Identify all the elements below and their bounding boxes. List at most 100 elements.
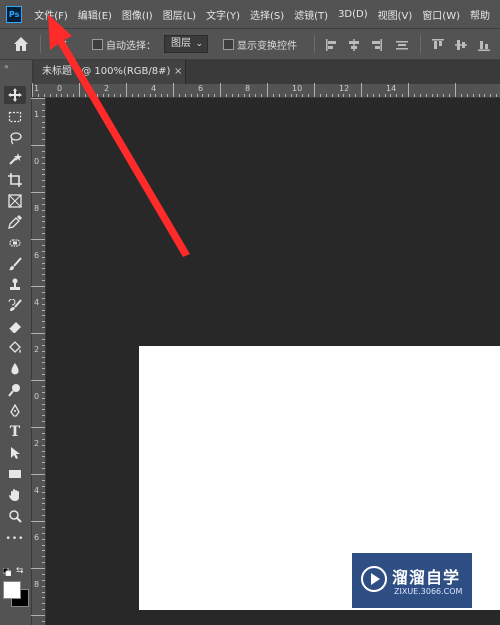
collapse-toolbar-icon[interactable]: »: [4, 62, 9, 71]
ruler-tick: [308, 94, 309, 97]
ruler-tick: [349, 94, 350, 97]
menu-type[interactable]: 文字(Y): [206, 7, 240, 22]
foreground-color-swatch[interactable]: [3, 581, 21, 599]
home-icon[interactable]: [12, 35, 30, 53]
auto-select-dropdown[interactable]: 图层 ⌄: [164, 35, 208, 53]
ruler-tick: [42, 386, 45, 387]
ruler-label: 10: [292, 84, 303, 93]
ruler-tick: [408, 83, 409, 97]
menu-select[interactable]: 选择(S): [250, 7, 284, 22]
align-center-icon[interactable]: [348, 39, 360, 51]
ruler-tick: [42, 374, 45, 375]
menu-view[interactable]: 视图(V): [378, 7, 413, 22]
options-divider: [40, 35, 41, 53]
ruler-tick: [31, 615, 45, 616]
crop-tool-icon[interactable]: [4, 171, 26, 189]
menu-file[interactable]: 文件(F): [34, 7, 68, 22]
ruler-label: 4: [34, 298, 40, 307]
ruler-tick: [208, 94, 209, 97]
ruler-tick: [385, 94, 386, 97]
quick-selection-tool-icon[interactable]: [4, 150, 26, 168]
ruler-label: 6: [34, 251, 40, 260]
ruler-tick: [314, 83, 315, 97]
ruler-tick: [38, 94, 39, 97]
align-right-icon[interactable]: [370, 39, 382, 51]
eraser-tool-icon[interactable]: [4, 318, 26, 336]
document-tab[interactable]: 未标题 @ 100%(RGB/8#) ×: [34, 60, 186, 84]
menu-window[interactable]: 窗口(W): [422, 7, 460, 22]
clone-stamp-tool-icon[interactable]: [4, 276, 26, 294]
show-transform-checkbox[interactable]: [223, 39, 234, 50]
ruler-tick: [437, 94, 438, 97]
menu-filter[interactable]: 滤镜(T): [294, 7, 328, 22]
ruler-tick: [42, 603, 45, 604]
ruler-tick: [355, 94, 356, 97]
dodge-tool-icon[interactable]: [4, 381, 26, 399]
ruler-tick: [155, 94, 156, 97]
ruler-tick: [42, 304, 45, 305]
horizontal-ruler: 1 0 2 4 6 8 10 12 14: [32, 83, 500, 98]
marquee-tool-icon[interactable]: [4, 108, 26, 126]
ruler-tick: [42, 251, 45, 252]
more-tools-icon[interactable]: •••: [4, 530, 26, 548]
align-bottom-icon[interactable]: [478, 39, 490, 51]
ruler-tick: [320, 94, 321, 97]
paint-bucket-tool-icon[interactable]: [4, 339, 26, 357]
ruler-tick: [42, 539, 45, 540]
ruler-label: 0: [57, 84, 63, 93]
ruler-tick: [42, 139, 45, 140]
ruler-tick: [42, 163, 45, 164]
path-selection-tool-icon[interactable]: [4, 444, 26, 462]
hand-tool-icon[interactable]: [4, 486, 26, 504]
type-tool-icon[interactable]: T: [4, 423, 26, 441]
align-middle-icon[interactable]: [455, 39, 467, 51]
menu-image[interactable]: 图像(I): [122, 7, 153, 22]
pen-tool-icon[interactable]: [4, 402, 26, 420]
ruler-tick: [108, 94, 109, 97]
ruler-tick: [361, 83, 362, 97]
close-tab-icon[interactable]: ×: [174, 60, 182, 84]
photoshop-logo-icon[interactable]: Ps: [6, 5, 23, 23]
ruler-tick: [42, 580, 45, 581]
ruler-tick: [42, 216, 45, 217]
swap-colors-icon[interactable]: ⇆: [16, 566, 24, 576]
ruler-label: 6: [34, 533, 40, 542]
rectangle-tool-icon[interactable]: [4, 465, 26, 483]
zoom-tool-icon[interactable]: [4, 507, 26, 525]
ruler-tick: [42, 127, 45, 128]
align-left-icon[interactable]: [326, 39, 338, 51]
healing-brush-tool-icon[interactable]: [4, 234, 26, 252]
ruler-tick: [42, 456, 45, 457]
history-brush-tool-icon[interactable]: [4, 297, 26, 315]
auto-select-value: 图层: [171, 38, 191, 49]
ruler-tick: [367, 94, 368, 97]
eyedropper-tool-icon[interactable]: [4, 213, 26, 231]
move-tool-icon[interactable]: [4, 86, 26, 104]
ruler-tick: [238, 94, 239, 97]
ruler-tick: [402, 94, 403, 97]
ruler-tick: [42, 280, 45, 281]
ruler-tick: [42, 509, 45, 510]
canvas-workspace[interactable]: [46, 98, 500, 625]
ruler-tick: [414, 94, 415, 97]
distribute-icon[interactable]: [396, 39, 408, 51]
menu-edit[interactable]: 编辑(E): [78, 7, 112, 22]
auto-select-checkbox[interactable]: [92, 39, 103, 50]
blur-tool-icon[interactable]: [4, 360, 26, 378]
document-tab-info: @ 100%(RGB/8#): [81, 66, 171, 77]
menu-3d[interactable]: 3D(D): [338, 9, 368, 20]
default-colors-icon[interactable]: [3, 568, 11, 576]
ruler-tick: [42, 351, 45, 352]
ruler-tick: [426, 94, 427, 97]
options-bar: ✥ ▾ 自动选择： 图层 ⌄ 显示变换控件: [0, 28, 500, 60]
ruler-tick: [42, 462, 45, 463]
brush-tool-icon[interactable]: [4, 255, 26, 273]
menu-help[interactable]: 帮助: [470, 7, 490, 22]
frame-tool-icon[interactable]: [4, 192, 26, 210]
align-top-icon[interactable]: [432, 39, 444, 51]
menu-layer[interactable]: 图层(L): [163, 7, 196, 22]
ruler-tick: [479, 94, 480, 97]
lasso-tool-icon[interactable]: [4, 129, 26, 147]
ruler-tick: [455, 83, 456, 97]
move-tool-preset-icon[interactable]: ✥ ▾: [50, 38, 67, 49]
